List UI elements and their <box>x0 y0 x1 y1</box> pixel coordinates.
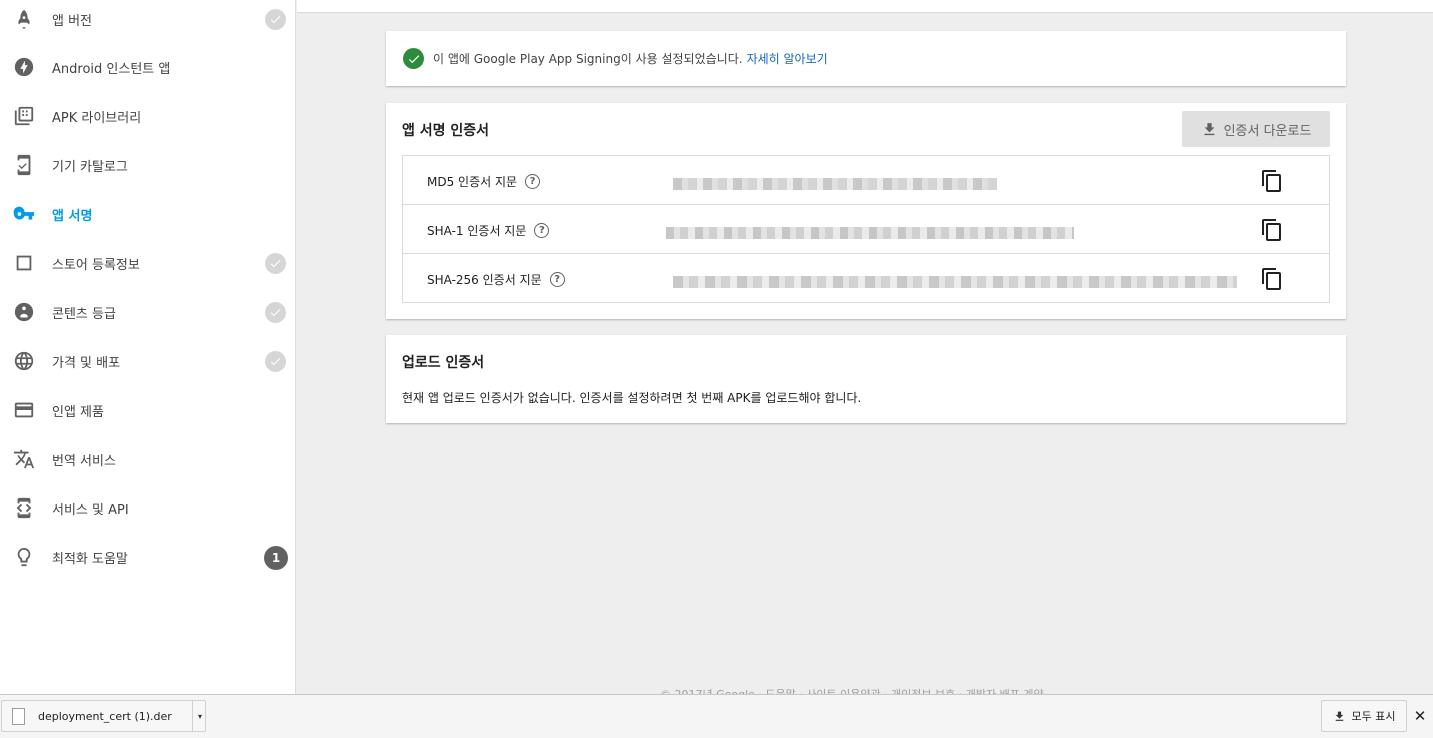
fingerprint-label-text: SHA-1 인증서 지문 <box>427 224 527 238</box>
notice-text: 이 앱에 Google Play App Signing이 사용 설정되었습니다… <box>433 52 743 66</box>
developer-mode-icon <box>12 496 36 520</box>
show-all-downloads-button[interactable]: 모두 표시 <box>1321 700 1407 732</box>
redacted-fingerprint-value[interactable] <box>673 271 1237 288</box>
sidebar-item-pricing-distribution[interactable]: 가격 및 배포 <box>0 337 296 386</box>
bolt-icon <box>12 55 36 79</box>
globe-icon <box>12 349 36 373</box>
chevron-down-icon[interactable]: ▾ <box>192 701 207 731</box>
download-shelf: deployment_cert (1).der ▾ 모두 표시 ✕ <box>0 694 1433 738</box>
app-signing-certificate-card: 앱 서명 인증서 인증서 다운로드 MD5 인증서 지문? SHA-1 인증서 … <box>386 103 1346 319</box>
sidebar-item-label: 스토어 등록정보 <box>52 258 140 273</box>
check-complete-icon <box>265 9 286 30</box>
sidebar-item-store-listing[interactable]: 스토어 등록정보 <box>0 239 296 288</box>
top-divider <box>297 0 1433 13</box>
download-certificate-label: 인증서 다운로드 <box>1223 123 1312 139</box>
downloaded-file-name: deployment_cert (1).der <box>38 710 172 723</box>
copy-icon[interactable] <box>1260 218 1284 242</box>
sidebar-item-label: 인앱 제품 <box>52 405 104 420</box>
table-row-sha1: SHA-1 인증서 지문? <box>403 205 1329 254</box>
translate-icon <box>12 447 36 471</box>
signing-enabled-notice: 이 앱에 Google Play App Signing이 사용 설정되었습니다… <box>386 31 1346 86</box>
check-circle-icon <box>403 48 424 69</box>
card-title: 앱 서명 인증서 <box>402 123 490 139</box>
sidebar-item-label: 앱 버전 <box>52 14 93 29</box>
square-icon <box>12 251 36 275</box>
lightbulb-icon <box>12 545 36 569</box>
card-title: 업로드 인증서 <box>402 355 485 371</box>
sidebar-item-instant-apps[interactable]: Android 인스턴트 앱 <box>0 43 296 92</box>
sidebar-item-label: 서비스 및 API <box>52 503 129 518</box>
check-complete-icon <box>265 253 286 274</box>
download-certificate-button[interactable]: 인증서 다운로드 <box>1182 111 1330 147</box>
sidebar-item-apk-library[interactable]: APK 라이브러리 <box>0 92 296 141</box>
certificate-fingerprint-table: MD5 인증서 지문? SHA-1 인증서 지문? SHA-256 인증서 지문… <box>402 155 1330 303</box>
fingerprint-label: MD5 인증서 지문? <box>427 173 541 190</box>
table-row-sha256: SHA-256 인증서 지문? <box>403 254 1329 303</box>
key-icon <box>12 202 36 226</box>
sidebar-item-in-app-products[interactable]: 인앱 제품 <box>0 386 296 435</box>
copy-icon[interactable] <box>1260 267 1284 291</box>
learn-more-link[interactable]: 자세히 알아보기 <box>747 52 828 66</box>
upload-certificate-message: 현재 앱 업로드 인증서가 없습니다. 인증서를 설정하려면 첫 번째 APK를… <box>402 391 862 405</box>
download-icon <box>1335 711 1343 721</box>
close-icon[interactable]: ✕ <box>1411 706 1429 726</box>
file-icon <box>12 708 25 725</box>
sidebar-item-content-rating[interactable]: 콘텐츠 등급 <box>0 288 296 337</box>
redacted-fingerprint-value[interactable] <box>666 222 1074 239</box>
show-all-label: 모두 표시 <box>1351 710 1396 723</box>
credit-card-icon <box>12 398 36 422</box>
page-footer: © 2017년 Google · 도움말 · 사이트 이용약관 · 개인정보 보… <box>660 686 1044 694</box>
notification-badge: 1 <box>264 545 288 570</box>
sidebar-item-label: Android 인스턴트 앱 <box>52 62 171 77</box>
device-catalog-icon <box>12 153 36 177</box>
fingerprint-label-text: SHA-256 인증서 지문 <box>427 273 542 287</box>
help-icon[interactable]: ? <box>534 223 550 238</box>
check-complete-icon <box>265 302 286 323</box>
sidebar-item-label: 기기 카탈로그 <box>52 160 128 175</box>
sidebar-item-label: 최적화 도움말 <box>52 552 128 567</box>
library-icon <box>12 104 36 128</box>
notice-message: 이 앱에 Google Play App Signing이 사용 설정되었습니다… <box>433 50 828 67</box>
sidebar-item-services-api[interactable]: 서비스 및 API <box>0 484 296 533</box>
sidebar-item-label: 가격 및 배포 <box>52 356 121 371</box>
downloaded-file-item[interactable]: deployment_cert (1).der ▾ <box>1 700 206 732</box>
download-icon <box>1204 122 1215 135</box>
help-icon[interactable]: ? <box>525 174 541 189</box>
copy-icon[interactable] <box>1260 169 1284 193</box>
sidebar-item-app-versions[interactable]: 앱 버전 <box>0 0 296 44</box>
upload-certificate-card: 업로드 인증서 현재 앱 업로드 인증서가 없습니다. 인증서를 설정하려면 첫… <box>386 335 1346 423</box>
content-rating-icon <box>12 300 36 324</box>
sidebar-item-label: 번역 서비스 <box>52 454 116 469</box>
fingerprint-label: SHA-256 인증서 지문? <box>427 271 565 288</box>
fingerprint-label-text: MD5 인증서 지문 <box>427 175 518 189</box>
sidebar-item-label: 앱 서명 <box>52 209 93 224</box>
sidebar-item-optimization-tips[interactable]: 최적화 도움말 1 <box>0 533 296 582</box>
sidebar-item-label: 콘텐츠 등급 <box>52 307 116 322</box>
sidebar-item-device-catalog[interactable]: 기기 카탈로그 <box>0 141 296 190</box>
rocket-icon <box>12 7 36 31</box>
help-icon[interactable]: ? <box>549 272 565 287</box>
sidebar-item-translation-services[interactable]: 번역 서비스 <box>0 435 296 484</box>
redacted-fingerprint-value[interactable] <box>673 173 997 190</box>
table-row-md5: MD5 인증서 지문? <box>403 156 1329 205</box>
sidebar-nav: 앱 버전 Android 인스턴트 앱 APK 라이브러리 기기 카탈로그 앱 … <box>0 0 296 694</box>
sidebar-item-label: APK 라이브러리 <box>52 111 142 126</box>
fingerprint-label: SHA-1 인증서 지문? <box>427 222 550 239</box>
sidebar-item-app-signing[interactable]: 앱 서명 <box>0 190 296 239</box>
check-complete-icon <box>265 351 286 372</box>
